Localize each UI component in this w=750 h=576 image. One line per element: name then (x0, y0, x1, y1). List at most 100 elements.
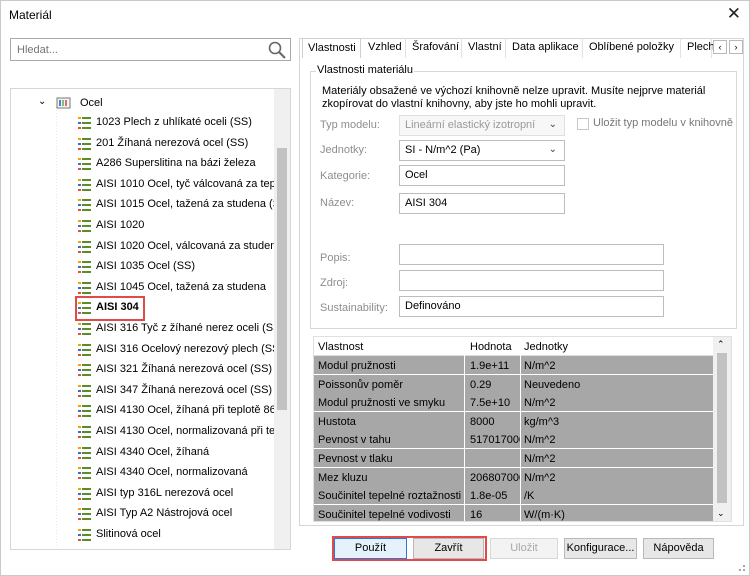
tree-item[interactable]: AISI 4340 Ocel, žíhaná (77, 443, 280, 463)
tree-item[interactable]: AISI 4130 Ocel, normalizovaná při tep (77, 422, 280, 442)
model-type-value: Lineární elastický izotropní (405, 119, 536, 131)
tree-item[interactable]: AISI 1020 Ocel, válcovaná za studena (77, 237, 280, 257)
resize-grip-icon[interactable] (735, 561, 746, 572)
tree-root-ocel[interactable]: ⌄ Ocel (38, 93, 218, 113)
material-dialog: Materiál ✕ ⌄ Ocel 1023 Plech z uhlíkaté … (0, 0, 750, 576)
tree-item[interactable]: AISI 347 Žíhaná nerezová ocel (SS) (77, 381, 280, 401)
scroll-up-icon[interactable]: ⌃ (717, 339, 725, 350)
tree-item[interactable]: AISI 4130 Ocel, žíhaná při teplotě 865 (77, 401, 280, 421)
sustainability-label: Sustainability: (320, 302, 388, 314)
property-unit-cell: N/m^2 (524, 434, 556, 447)
chevron-down-icon[interactable]: ⌄ (549, 144, 557, 155)
tab-vlastnosti[interactable]: Vlastnosti (302, 38, 361, 58)
tab-srafovani[interactable]: Šrafování (407, 38, 462, 58)
tree-item[interactable]: AISI Typ A2 Nástrojová ocel (77, 504, 280, 524)
property-table: Vlastnost Hodnota Jednotky Modul pružnos… (313, 336, 732, 522)
selected-item-outline (75, 296, 145, 321)
table-row[interactable]: Mez kluzu 206807000 N/m^2 (314, 467, 715, 487)
configuration-button[interactable]: Konfigurace... (564, 538, 637, 559)
table-row[interactable]: Modul pružnosti ve smyku 7.5e+10 N/m^2 (314, 393, 715, 413)
apply-close-outline (332, 536, 487, 561)
tab-oblibene-polozky[interactable]: Oblíbené položky (584, 38, 681, 58)
property-name-cell: Mez kluzu (318, 471, 368, 484)
material-icon (78, 508, 91, 521)
close-icon[interactable]: ✕ (727, 4, 741, 24)
title-bar: Materiál ✕ (1, 1, 749, 31)
table-row[interactable]: Pevnost v tlaku N/m^2 (314, 449, 715, 468)
property-value-cell: 16 (470, 508, 483, 521)
tree-item-label: AISI 1020 (96, 219, 145, 231)
units-select[interactable]: SI - N/m^2 (Pa) ⌄ (399, 140, 565, 161)
material-icon (78, 467, 91, 480)
model-type-label: Typ modelu: (320, 119, 380, 131)
tree-item-label: AISI 4130 Ocel, normalizovaná při tep (96, 425, 280, 437)
material-icon (78, 199, 91, 212)
tree-item[interactable]: 1023 Plech z uhlíkaté oceli (SS) (77, 113, 280, 133)
tree-scroll-thumb[interactable] (277, 148, 287, 410)
property-name-cell: Hustota (318, 415, 356, 428)
description-field[interactable] (399, 244, 664, 265)
tree-item[interactable]: AISI 321 Žíhaná nerezová ocel (SS) (77, 360, 280, 380)
tree-vertical-scrollbar[interactable] (274, 89, 290, 549)
tab-vlastni[interactable]: Vlastní (463, 38, 506, 58)
scroll-down-icon[interactable]: ⌄ (717, 508, 725, 519)
tree-item[interactable]: A286 Superslitina na bázi železa (77, 154, 280, 174)
tree-item[interactable]: AISI 4340 Ocel, normalizovaná (77, 463, 280, 483)
tree-item[interactable]: AISI 316 Tyč z žíhané nerez oceli (SS) (77, 319, 280, 339)
tree-item[interactable]: AISI 1020 (77, 216, 280, 236)
tree-item[interactable]: AISI typ 316L nerezová ocel (77, 484, 280, 504)
tab-right-icon[interactable]: › (729, 40, 743, 54)
sustainability-field[interactable]: Definováno (399, 296, 664, 317)
search-input[interactable] (15, 40, 255, 59)
tree-item[interactable]: AISI 1015 Ocel, tažená za studena (SS) (77, 195, 280, 215)
units-label: Jednotky: (320, 144, 368, 156)
tree-item-label: Slitinová ocel (96, 528, 161, 540)
table-vertical-scrollbar[interactable]: ⌃ ⌄ (713, 337, 731, 521)
property-value-cell: 1.9e+11 (470, 360, 510, 372)
tree-item[interactable]: AISI 1045 Ocel, tažená za studena (77, 278, 280, 298)
category-field[interactable]: Ocel (399, 165, 565, 186)
material-icon (78, 178, 91, 191)
property-unit-cell: N/m^2 (524, 453, 556, 465)
group-title: Vlastnosti materiálu (316, 64, 414, 76)
tree-item[interactable]: AISI 1010 Ocel, tyč válcovaná za tepla (77, 175, 280, 195)
property-name-cell: Pevnost v tahu (318, 434, 391, 447)
search-box (10, 38, 291, 61)
help-button[interactable]: Nápověda (643, 538, 714, 559)
tab-left-icon[interactable]: ‹ (713, 40, 727, 54)
tab-vzhled[interactable]: Vzhled (363, 38, 406, 58)
name-field[interactable]: AISI 304 (399, 193, 565, 214)
property-value-cell: 0.29 (470, 378, 492, 391)
property-value-cell: 1.8e-05 (470, 490, 508, 503)
tree-item[interactable]: Slitinová ocel (77, 525, 280, 545)
search-icon[interactable] (267, 40, 287, 60)
property-value-cell: 206807000 (470, 471, 520, 484)
header-vlastnost: Vlastnost (318, 341, 364, 353)
tree-item-label: AISI 1045 Ocel, tažená za studena (96, 280, 267, 293)
tree-item[interactable]: AISI 316 Ocelový nerezový plech (SS) (77, 340, 280, 360)
table-scroll-thumb[interactable] (717, 353, 727, 503)
tree-item[interactable]: 201 Žíhaná nerezová ocel (SS) (77, 134, 280, 154)
table-row[interactable]: Součinitel tepelné roztažnosti 1.8e-05/K (314, 486, 715, 506)
tree-root-label: Ocel (80, 97, 103, 109)
source-field[interactable] (399, 270, 664, 291)
property-name-cell: Součinitel tepelné vodivosti (318, 508, 451, 521)
tab-data-aplikace[interactable]: Data aplikace (507, 38, 583, 58)
tab-plech[interactable]: Plech (682, 38, 715, 58)
table-row[interactable]: Modul pružnosti 1.9e+11 N/m^2 (314, 356, 715, 375)
tree-item[interactable]: AISI 1035 Ocel (SS) (77, 257, 280, 277)
material-icon (78, 158, 91, 171)
table-row[interactable]: Hustota 8000 kg/m^3 (314, 411, 715, 431)
material-icon (78, 117, 91, 129)
chevron-down-icon: ⌄ (548, 119, 557, 130)
material-icon (78, 240, 91, 253)
table-header: Vlastnost Hodnota Jednotky (314, 337, 715, 356)
tree-item-label: AISI 316 Tyč z žíhané nerez oceli (SS) (96, 322, 280, 334)
material-icon (78, 364, 91, 377)
save-model-checkbox[interactable] (577, 118, 589, 130)
chevron-down-icon[interactable]: ⌄ (38, 96, 46, 107)
table-row[interactable]: Součinitel tepelné vodivosti 16 W/(m·K) (314, 504, 715, 521)
property-value-cell: 517017000 (470, 434, 520, 447)
table-row[interactable]: Pevnost v tahu 517017000 N/m^2 (314, 430, 715, 450)
table-row[interactable]: Poissonův poměr 0.29 Neuvedeno (314, 374, 715, 394)
